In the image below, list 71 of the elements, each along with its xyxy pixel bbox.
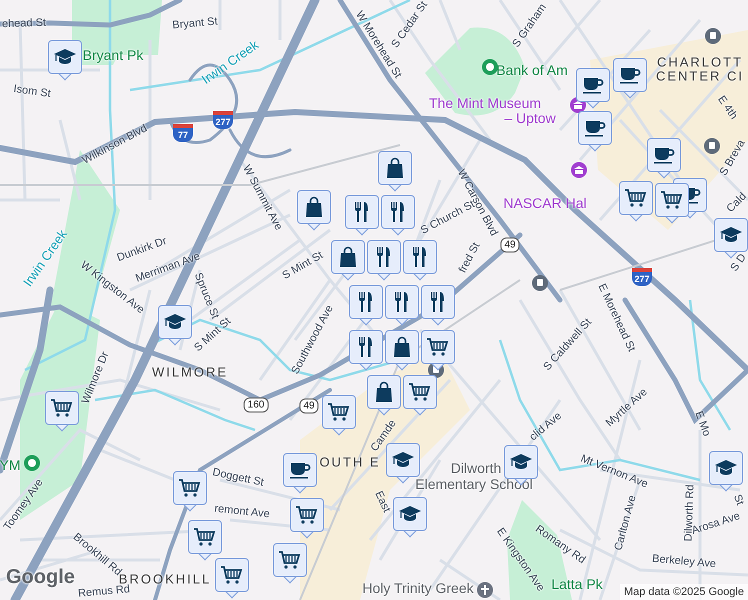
route-shield: 49: [500, 238, 520, 252]
street-label: S Mint St: [280, 250, 326, 282]
shopping-marker[interactable]: [297, 190, 331, 232]
street-label: S D: [729, 252, 748, 274]
shopping-marker[interactable]: [378, 151, 412, 193]
cafe-marker[interactable]: [283, 453, 317, 495]
street-label: fred St: [458, 241, 482, 275]
shopping-marker[interactable]: [385, 330, 419, 372]
cross-icon: [477, 582, 493, 598]
school-marker[interactable]: [709, 451, 743, 493]
attraction-label: The Mint Museum: [428, 96, 542, 110]
street-label: Bryant St: [172, 16, 218, 32]
grocery-marker[interactable]: [45, 391, 79, 433]
landmark-label: Dilworth: [450, 461, 502, 475]
cafe-marker[interactable]: [613, 58, 647, 100]
grocery-marker[interactable]: [403, 375, 437, 417]
restaurant-marker[interactable]: [385, 285, 419, 327]
restaurant-marker[interactable]: [403, 240, 437, 282]
interstate-shield: 77: [173, 124, 193, 142]
cafe-marker[interactable]: [576, 68, 610, 110]
district-label: OUTH E: [319, 456, 381, 468]
street-label: E Mo: [692, 410, 712, 438]
restaurant-marker[interactable]: [367, 240, 401, 282]
grocery-marker[interactable]: [421, 330, 455, 372]
park-pin-icon: [482, 59, 498, 75]
district-label: CENTER CI: [656, 70, 744, 82]
street-label: St: [731, 493, 745, 507]
school-marker[interactable]: [48, 40, 82, 82]
restaurant-marker[interactable]: [349, 285, 383, 327]
restaurant-marker[interactable]: [349, 330, 383, 372]
grocery-marker[interactable]: [290, 498, 324, 540]
shopping-marker[interactable]: [331, 240, 365, 282]
street-label: Carlton Ave: [613, 494, 639, 552]
landmark-label: Elementary School: [415, 477, 533, 491]
cafe-marker[interactable]: [578, 111, 612, 153]
street-label: clid Ave: [528, 410, 564, 444]
district-label: CHARLOTT: [656, 56, 744, 68]
school-marker[interactable]: [393, 497, 427, 539]
shopping-marker[interactable]: [367, 375, 401, 417]
park-label: Bryant Pk: [82, 48, 144, 62]
route-shield: 49: [299, 398, 319, 414]
grocery-marker[interactable]: [215, 558, 249, 600]
street-label: East: [372, 490, 392, 514]
street-label: Berkeley Ave: [652, 554, 716, 570]
map-attribution: Map data ©2025 Google: [620, 584, 748, 600]
park-label: Latta Pk: [551, 577, 603, 591]
park-pin-icon: [24, 455, 40, 471]
grocery-marker[interactable]: [322, 395, 356, 437]
street-label: E 4th: [715, 94, 739, 122]
park-label: YM: [0, 458, 20, 472]
route-shield: 160: [244, 398, 268, 412]
restaurant-marker[interactable]: [381, 195, 415, 237]
grocery-marker[interactable]: [188, 520, 222, 562]
street-label: Doggett St: [211, 467, 265, 489]
restaurant-marker[interactable]: [421, 285, 455, 327]
street-label: Remus Rd: [78, 584, 130, 600]
restaurant-marker[interactable]: [345, 195, 379, 237]
landmark-label: Holy Trinity Greek: [362, 581, 474, 595]
grocery-marker[interactable]: [655, 183, 689, 225]
cafe-marker[interactable]: [647, 138, 681, 180]
street-label: remont Ave: [214, 504, 270, 520]
attraction-label: – Uptow: [504, 111, 556, 125]
grocery-marker[interactable]: [173, 471, 207, 513]
interstate-shield: 277: [632, 268, 652, 286]
school-marker[interactable]: [158, 305, 192, 347]
grocery-marker[interactable]: [619, 181, 653, 223]
street-label: Isom St: [12, 84, 52, 100]
interstate-shield: 277: [213, 111, 233, 129]
park-label: Bank of Am: [496, 63, 568, 77]
grocery-marker[interactable]: [273, 543, 307, 585]
street-label: Spruce St: [192, 272, 220, 320]
